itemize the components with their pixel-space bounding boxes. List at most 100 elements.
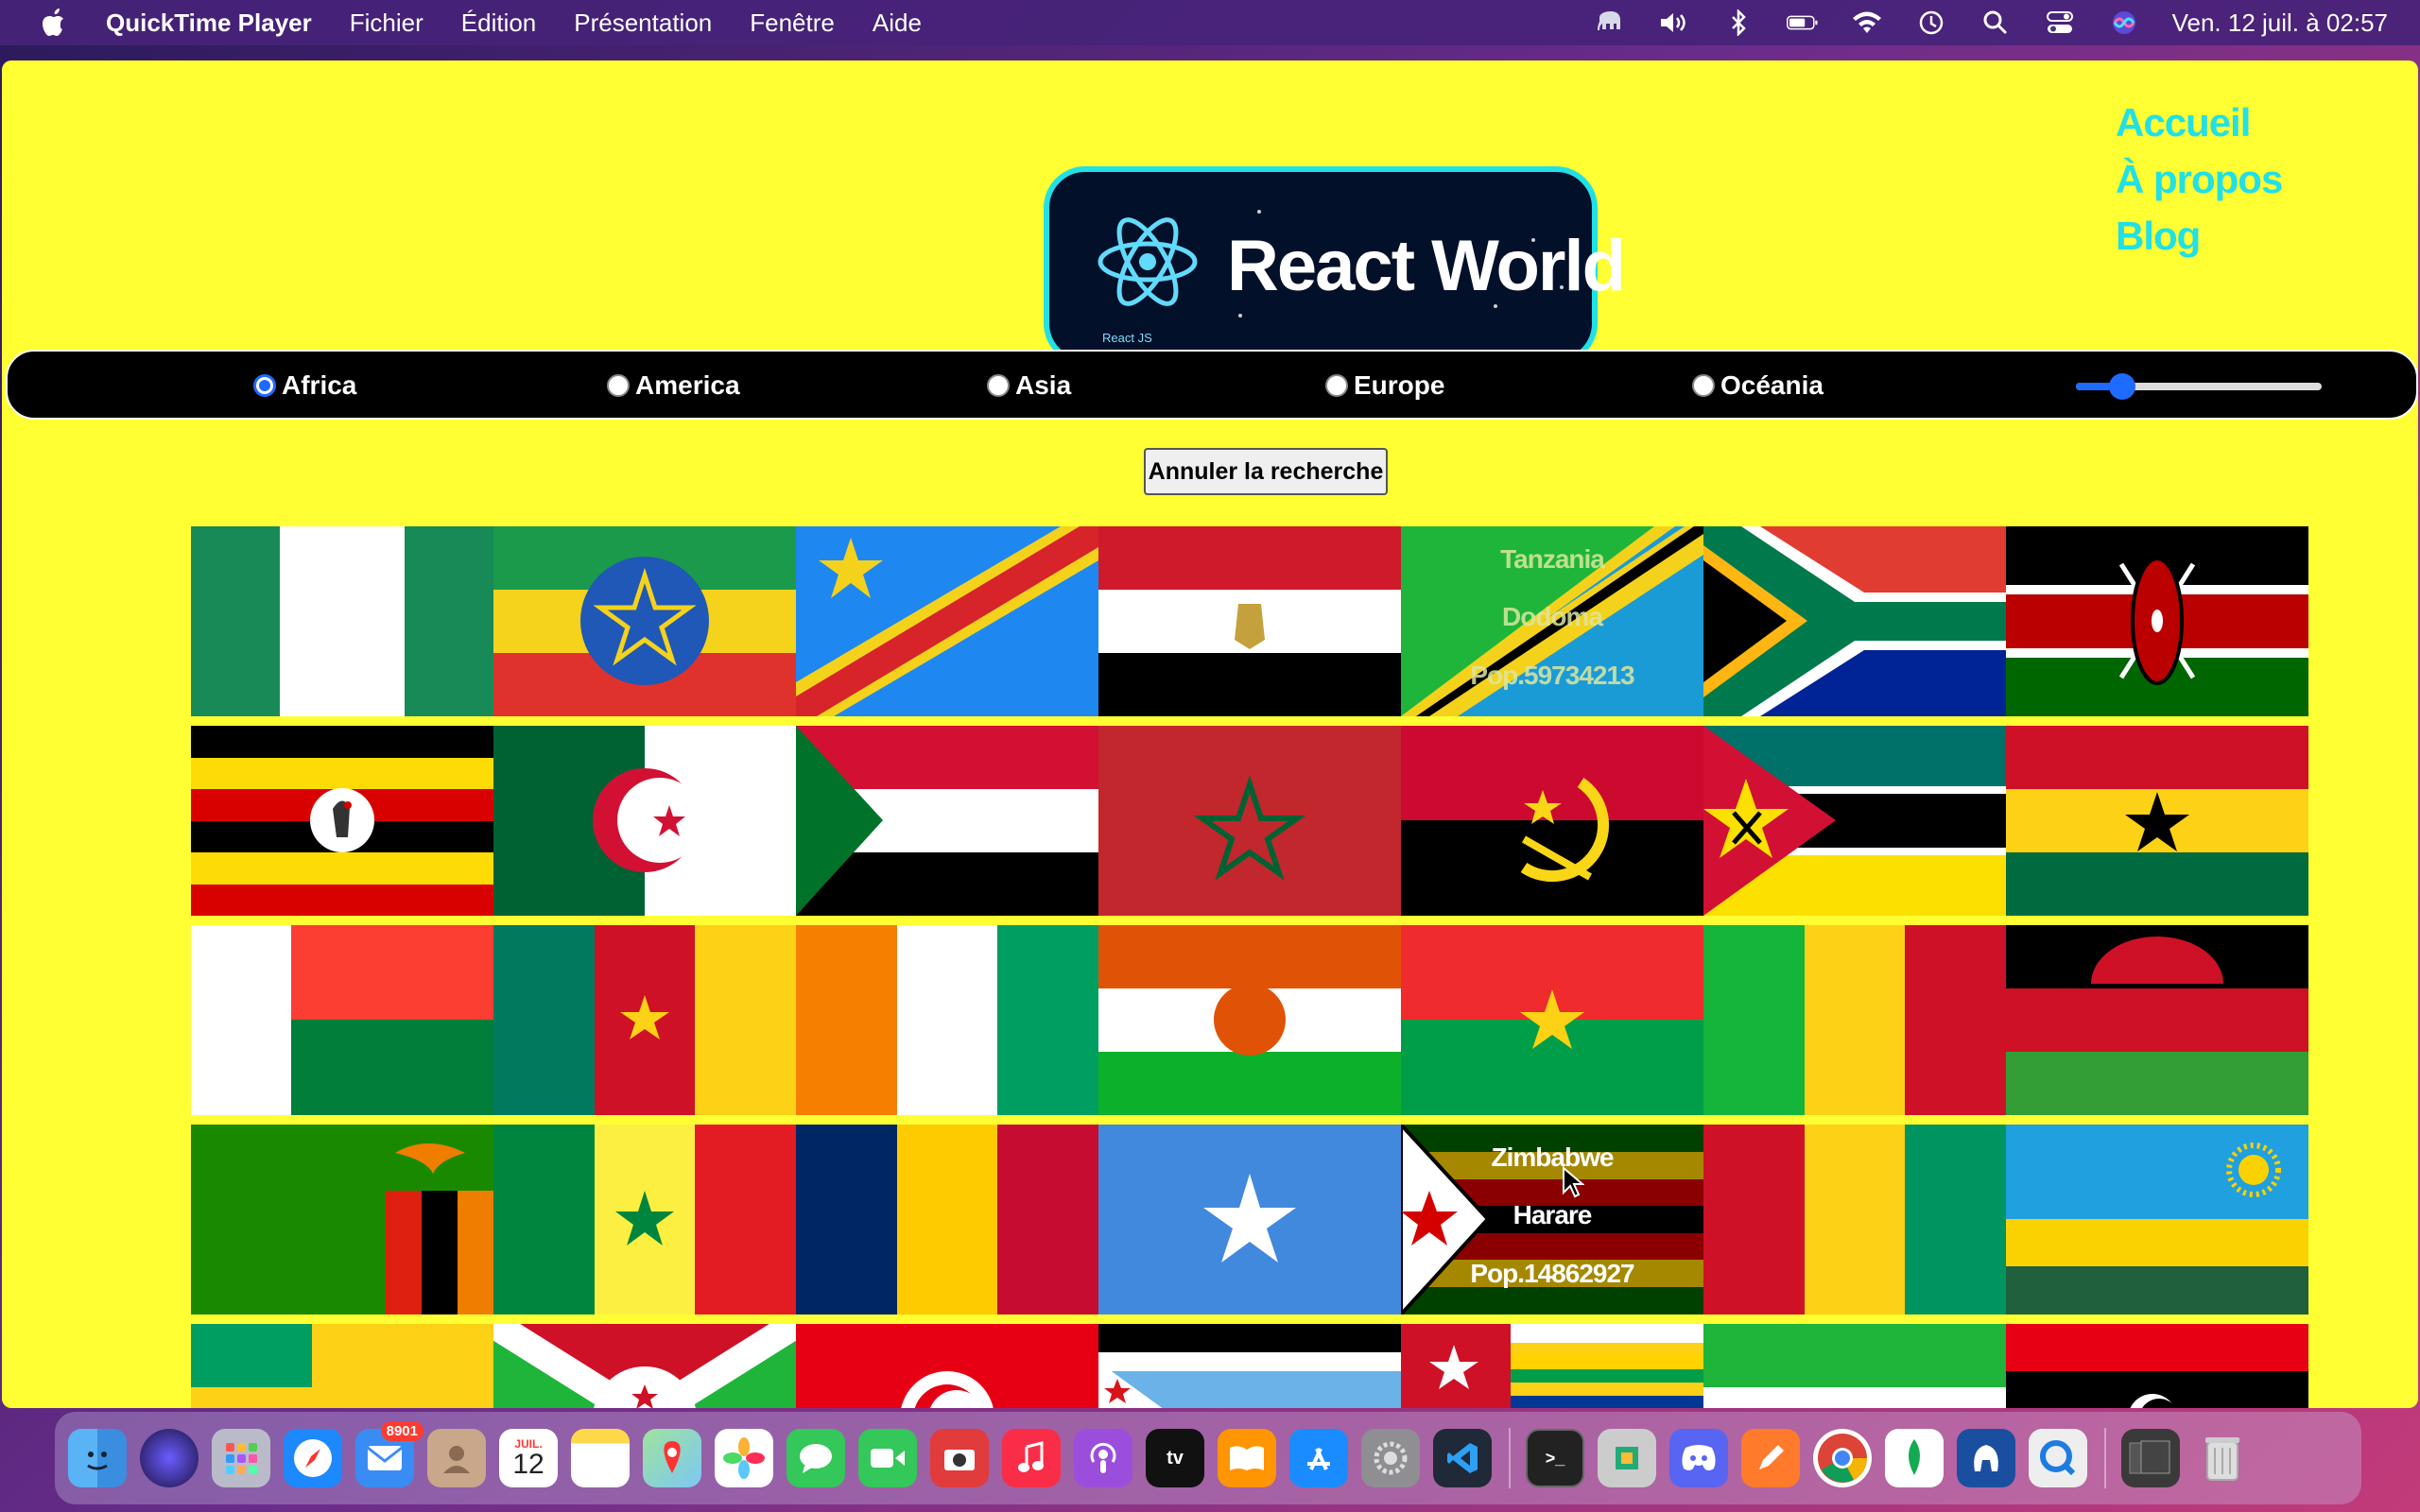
radio-button-america[interactable] xyxy=(607,374,630,397)
flag-card-morocco[interactable] xyxy=(1098,726,1401,916)
flag-card-senegal[interactable] xyxy=(493,1125,796,1314)
flag-card-angola[interactable] xyxy=(1401,726,1703,916)
menu-edition[interactable]: Édition xyxy=(461,9,537,38)
flag-card-mali[interactable] xyxy=(1703,925,2006,1115)
safari-icon[interactable] xyxy=(284,1429,342,1487)
radio-europe[interactable]: Europe xyxy=(1325,370,1444,401)
chrome-icon[interactable] xyxy=(1813,1429,1872,1487)
siri-dock-icon[interactable] xyxy=(140,1429,199,1487)
downloads-stack-icon[interactable] xyxy=(2121,1429,2180,1487)
facetime-icon[interactable] xyxy=(858,1429,917,1487)
flag-card-burundi[interactable] xyxy=(493,1324,796,1408)
podcasts-icon[interactable] xyxy=(1074,1429,1132,1487)
flag-card-libya[interactable] xyxy=(2006,1324,2308,1408)
flag-card-nigeria[interactable] xyxy=(191,526,493,716)
mongodb-icon[interactable] xyxy=(1885,1429,1944,1487)
cancel-search-button[interactable]: Annuler la recherche xyxy=(1144,448,1388,495)
contacts-icon[interactable] xyxy=(427,1429,486,1487)
mail-icon[interactable]: 8901 xyxy=(355,1421,424,1487)
pencil-icon[interactable] xyxy=(1741,1429,1800,1487)
flag-card-dr-congo[interactable] xyxy=(796,526,1098,716)
elephant-icon[interactable] xyxy=(1594,9,1626,37)
nav-link-accueil[interactable]: Accueil xyxy=(2116,94,2282,151)
bluetooth-icon[interactable] xyxy=(1722,9,1754,37)
music-icon[interactable] xyxy=(1002,1429,1061,1487)
flag-card-kenya[interactable] xyxy=(2006,526,2308,716)
menu-fenetre[interactable]: Fenêtre xyxy=(750,9,835,38)
terminal-icon[interactable]: >_ xyxy=(1526,1429,1584,1487)
launchpad-icon[interactable] xyxy=(212,1429,270,1487)
menu-clock[interactable]: Ven. 12 juil. à 02:57 xyxy=(2172,9,2388,38)
flag-card-mozambique[interactable] xyxy=(1703,726,2006,916)
quicktime-icon[interactable] xyxy=(2029,1429,2087,1487)
wifi-icon[interactable] xyxy=(1851,9,1883,37)
menu-presentation[interactable]: Présentation xyxy=(574,9,712,38)
flag-card-south-africa[interactable] xyxy=(1703,526,2006,716)
flag-card-algeria[interactable] xyxy=(493,726,796,916)
flag-card-tanzania[interactable]: Tanzania Dodoma Pop.59734213 xyxy=(1401,526,1703,716)
volume-icon[interactable] xyxy=(1658,9,1690,37)
system-information-icon[interactable] xyxy=(1598,1429,1656,1487)
trash-icon[interactable] xyxy=(2193,1429,2252,1487)
flag-card-egypt[interactable] xyxy=(1098,526,1401,716)
flag-card-chad[interactable] xyxy=(796,1125,1098,1314)
control-center-icon[interactable] xyxy=(2044,9,2076,37)
radio-oceania[interactable]: Océania xyxy=(1692,370,1824,401)
country-count-slider[interactable] xyxy=(2076,373,2322,400)
flag-card-ethiopia[interactable] xyxy=(493,526,796,716)
radio-africa[interactable]: Africa xyxy=(253,370,356,401)
radio-asia[interactable]: Asia xyxy=(987,370,1071,401)
apple-menu-icon[interactable] xyxy=(36,4,74,42)
finder-icon[interactable] xyxy=(68,1429,127,1487)
radio-button-europe[interactable] xyxy=(1325,374,1348,397)
radio-button-oceania[interactable] xyxy=(1692,374,1715,397)
system-preferences-icon[interactable] xyxy=(1361,1429,1420,1487)
flag-card-tunisia[interactable] xyxy=(796,1324,1098,1408)
flag-card-somalia[interactable] xyxy=(1098,1125,1401,1314)
menu-aide[interactable]: Aide xyxy=(873,9,922,38)
flag-card-ghana[interactable] xyxy=(2006,726,2308,916)
app-store-icon[interactable] xyxy=(1289,1429,1348,1487)
flag-card-malawi[interactable] xyxy=(2006,925,2308,1115)
calendar-icon[interactable]: JUIL. 12 xyxy=(499,1429,558,1487)
time-machine-icon[interactable] xyxy=(1915,9,1947,37)
flag-card-gabon[interactable] xyxy=(191,1324,493,1408)
maps-icon[interactable] xyxy=(643,1429,701,1487)
books-icon[interactable] xyxy=(1218,1429,1276,1487)
radio-america[interactable]: America xyxy=(607,370,740,401)
menu-fichier[interactable]: Fichier xyxy=(350,9,424,38)
flag-card-cote-divoire[interactable] xyxy=(796,925,1098,1115)
radio-button-africa[interactable] xyxy=(253,374,276,397)
flag-card-cameroon[interactable] xyxy=(493,925,796,1115)
notes-icon[interactable] xyxy=(571,1429,630,1487)
messages-icon[interactable] xyxy=(786,1429,845,1487)
spotlight-search-icon[interactable] xyxy=(1979,9,2012,37)
vscode-icon[interactable] xyxy=(1433,1429,1492,1487)
flag-card-guinea[interactable] xyxy=(1703,1125,2006,1314)
slider-thumb[interactable] xyxy=(2109,373,2135,400)
nav-link-blog[interactable]: Blog xyxy=(2116,208,2282,265)
flag-card-cape-verde[interactable] xyxy=(1401,1324,1703,1408)
nav-link-a-propos[interactable]: À propos xyxy=(2116,151,2283,208)
react-world-logo[interactable]: React JS React World xyxy=(1044,166,1626,365)
flag-card-sudan[interactable] xyxy=(796,726,1098,916)
flag-card-uganda[interactable] xyxy=(191,726,493,916)
flag-card-sierra-leone[interactable] xyxy=(1703,1324,2006,1408)
flag-card-burkina-faso[interactable] xyxy=(1401,925,1703,1115)
discord-icon[interactable] xyxy=(1669,1429,1728,1487)
flag-card-zambia[interactable] xyxy=(191,1125,493,1314)
flag-card-zimbabwe[interactable]: Zimbabwe Harare Pop.14862927 xyxy=(1401,1125,1703,1314)
flag-card-djibouti[interactable] xyxy=(1098,1324,1401,1408)
tableplus-icon[interactable] xyxy=(1957,1429,2015,1487)
siri-icon[interactable] xyxy=(2108,9,2140,37)
flag-card-niger[interactable] xyxy=(1098,925,1401,1115)
radio-button-asia[interactable] xyxy=(987,374,1010,397)
photo-booth-icon[interactable] xyxy=(930,1429,989,1487)
app-menu-quicktime[interactable]: QuickTime Player xyxy=(106,9,312,38)
photos-icon[interactable] xyxy=(715,1429,773,1487)
flag-card-rwanda[interactable] xyxy=(2006,1125,2308,1314)
battery-icon[interactable] xyxy=(1786,9,1819,37)
apple-tv-icon[interactable]: tv xyxy=(1146,1429,1204,1487)
flag-card-madagascar[interactable] xyxy=(191,925,493,1115)
country-info-tanzania: Tanzania Dodoma Pop.59734213 xyxy=(1401,526,1703,716)
